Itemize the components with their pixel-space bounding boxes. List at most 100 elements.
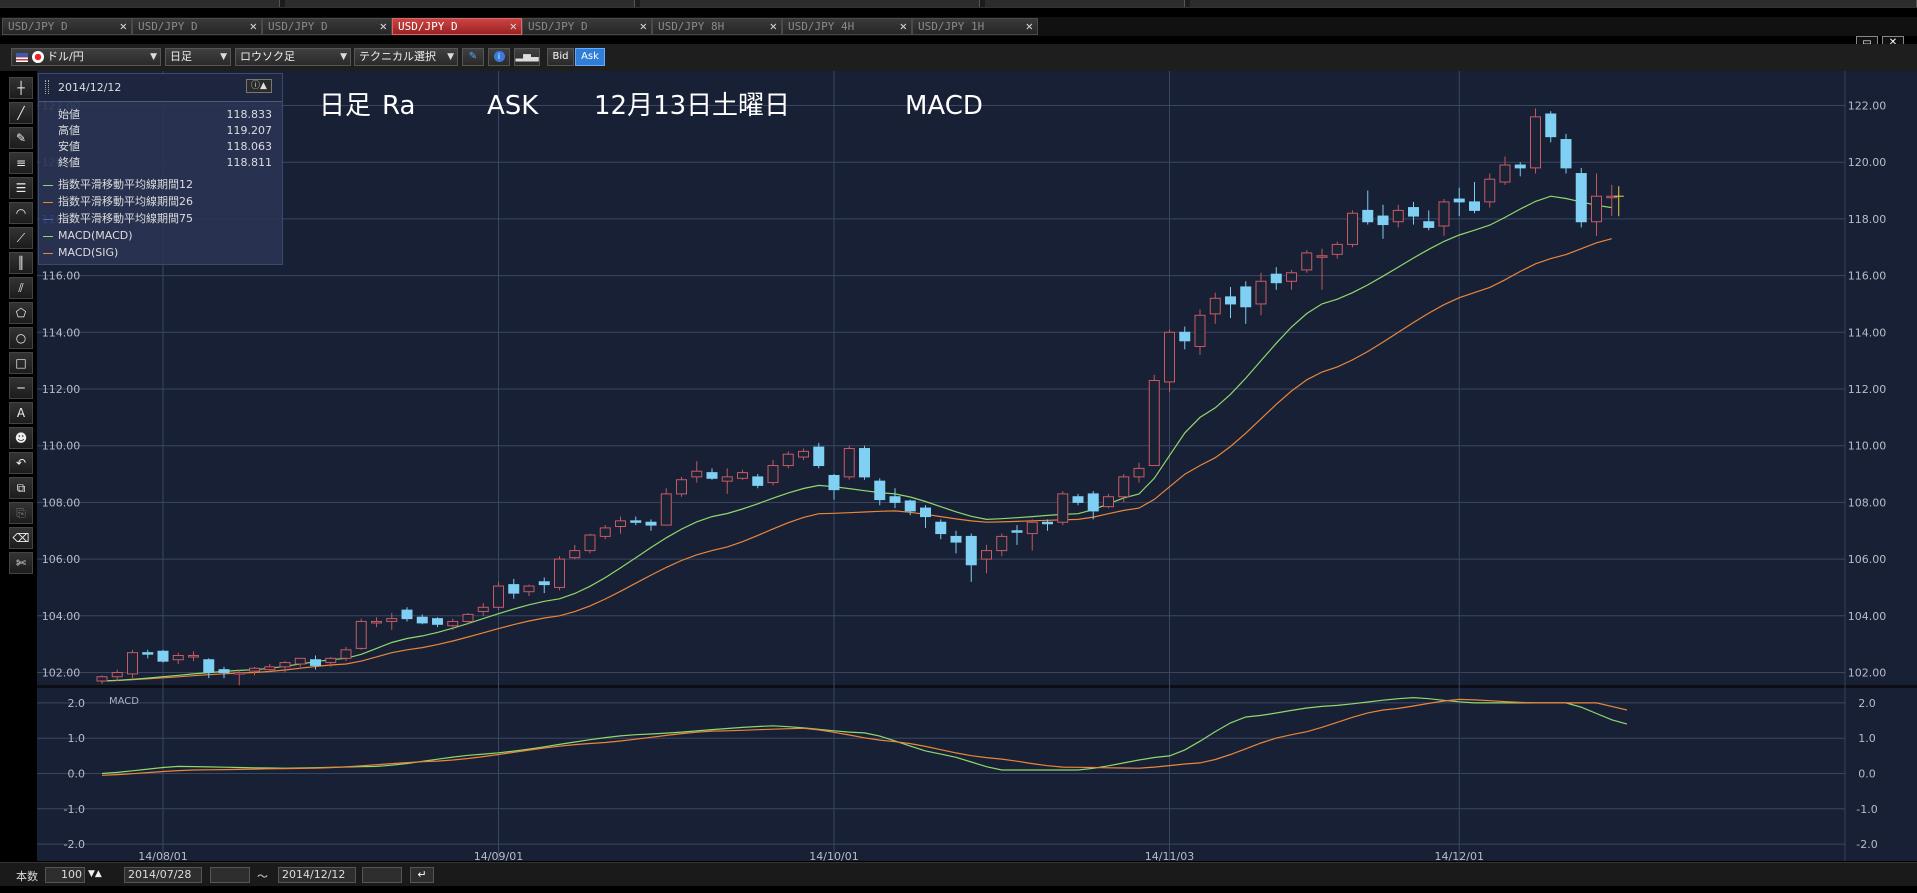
from-date-field[interactable]: 2014/07/28 (124, 867, 202, 883)
fib-arc-icon[interactable]: ◠ (9, 202, 33, 224)
price-tick-label-right: 104.00 (1848, 610, 1887, 623)
price-tick-label-left: 110.00 (42, 440, 81, 453)
open-value: 118.833 (226, 108, 273, 121)
chart-svg[interactable]: 102.00 102.00 104.00 104.00 106.00 106.00 108.… (37, 71, 1917, 863)
candle-body-up (676, 479, 687, 495)
pentagon-icon[interactable]: ⬠ (9, 302, 33, 324)
close-icon[interactable]: ✕ (120, 19, 127, 34)
tab-usdjpy[interactable]: USD/JPY D ✕ (262, 18, 392, 35)
chart-type-select[interactable]: ロウソク足 ▼ (235, 48, 351, 66)
tab-usdjpy-1h[interactable]: USD/JPY 1H ✕ (912, 18, 1038, 35)
fan-icon[interactable]: ⟋ (9, 227, 33, 249)
candle-body-down (706, 472, 718, 479)
bid-button[interactable]: Bid (547, 48, 574, 66)
date-tick-label: 14/10/01 (809, 850, 858, 861)
info-icon[interactable]: i (488, 48, 510, 66)
chart-tab-bar: USD/JPY D ✕ USD/JPY D ✕ USD/JPY D ✕ USD/JPY… (0, 17, 1917, 50)
candle-body-down (432, 618, 443, 625)
clear-all-icon[interactable]: ✄ (9, 552, 33, 574)
text-icon[interactable]: A (9, 402, 33, 424)
candle-body-down (752, 476, 764, 486)
candle-body-down (1270, 273, 1282, 284)
ruler-icon[interactable]: ✎ (9, 127, 33, 149)
volume-chart-icon[interactable]: ▂▅▃ (514, 48, 540, 66)
to-time-field[interactable] (362, 867, 402, 883)
tab-label: USD/JPY D (8, 20, 68, 33)
candle-body-down (920, 507, 931, 518)
tab-usdjpy-8h[interactable]: USD/JPY 8H ✕ (652, 18, 782, 35)
from-time-field[interactable] (210, 867, 250, 883)
chevron-down-icon: ▼ (447, 52, 454, 62)
undo-icon[interactable]: ↶ (9, 452, 33, 474)
line-icon[interactable]: ─ (9, 377, 33, 399)
trendline-icon[interactable]: ╱ (9, 102, 33, 124)
candle-body-up (188, 654, 199, 658)
candle-body-up (1484, 178, 1496, 203)
overlay-caption-b: Ra (382, 91, 415, 121)
close-icon[interactable]: ✕ (250, 19, 257, 34)
date-tick-label: 14/12/01 (1435, 850, 1484, 861)
candle-body-down (965, 535, 977, 566)
eraser-icon[interactable]: ⌫ (9, 527, 33, 549)
count-field[interactable]: 100 (45, 867, 85, 883)
ohlc-info-panel: 2014/12/12 ⓘ▲ 始値 118.833 高値 119.207 安値 1… (38, 73, 283, 265)
refresh-button[interactable]: ↵ (410, 867, 434, 883)
candle-body-up (1286, 272, 1297, 282)
chart-toolbar: ドル/円 ▼ 日足 ▼ ロウソク足 ▼ テクニカル選択 ▼ ✎ i ▂▅▃ Bid A… (0, 44, 1917, 71)
candle-body-up (279, 662, 291, 668)
chevron-down-icon: ▼ (150, 52, 157, 62)
candle-body-up (1057, 493, 1069, 523)
pair-select[interactable]: ドル/円 ▼ (11, 48, 161, 66)
candle-body-down (416, 616, 428, 624)
close-value: 118.811 (226, 156, 273, 169)
close-icon[interactable]: ✕ (1026, 19, 1033, 34)
candle-body-up (355, 620, 367, 649)
close-icon[interactable]: ✕ (640, 19, 647, 34)
candle-body-up (523, 585, 535, 593)
to-date-field[interactable]: 2014/12/12 (278, 867, 356, 883)
candle-body-up (111, 672, 123, 678)
candle-body-down (1362, 209, 1374, 223)
copy-icon[interactable]: ⧉ (9, 477, 33, 499)
select-icon[interactable]: ⎘ (9, 502, 33, 524)
ask-button[interactable]: Ask (575, 48, 605, 66)
count-stepper[interactable]: ▼▲ (88, 869, 102, 879)
circle-icon[interactable]: ○ (9, 327, 33, 349)
candle-body-up (981, 550, 992, 560)
panel-divider (37, 685, 1917, 688)
candle-body-down (1514, 164, 1526, 169)
legend-label: MACD(MACD) (58, 229, 133, 242)
price-tick-label-right: 118.00 (1848, 213, 1887, 226)
chart-area[interactable]: 102.00 102.00 104.00 104.00 106.00 106.00 108.… (37, 71, 1917, 863)
horizontal-lines-icon[interactable]: ≡ (9, 152, 33, 174)
tab-label: USD/JPY 1H (918, 20, 985, 33)
vertical-lines-icon[interactable]: ║ (9, 252, 33, 274)
close-icon[interactable]: ✕ (380, 19, 387, 34)
candle-body-up (1209, 297, 1221, 315)
tab-usdjpy[interactable]: USD/JPY D ✕ (2, 18, 132, 35)
tab-usdjpy-4h[interactable]: USD/JPY 4H ✕ (782, 18, 912, 35)
low-label: 安値 (58, 140, 80, 153)
close-icon[interactable]: ✕ (900, 19, 907, 34)
emoji-icon[interactable]: ☻ (9, 427, 33, 449)
price-tick-label-left: 106.00 (42, 553, 81, 566)
tab-usdjpy-active[interactable]: USD/JPY D ✕ (392, 18, 522, 35)
price-tick-label-right: 102.00 (1848, 667, 1887, 680)
grip-icon (45, 80, 49, 94)
tab-usdjpy[interactable]: USD/JPY D ✕ (522, 18, 652, 35)
legend-label: 指数平滑移動平均線期間75 (58, 212, 193, 225)
technical-select[interactable]: テクニカル選択 ▼ (354, 48, 458, 66)
channel-icon[interactable]: ⫽ (9, 277, 33, 299)
tab-usdjpy[interactable]: USD/JPY D ✕ (132, 18, 262, 35)
close-icon[interactable]: ✕ (770, 19, 777, 34)
fibonacci-icon[interactable]: ☰ (9, 177, 33, 199)
rectangle-icon[interactable]: □ (9, 352, 33, 374)
crosshair-icon[interactable]: ┼ (9, 77, 33, 99)
pen-icon[interactable]: ✎ (462, 48, 484, 66)
collapse-icon[interactable]: ⓘ▲ (246, 79, 272, 93)
close-icon[interactable]: ✕ (510, 19, 517, 34)
candle-body-up (371, 620, 382, 624)
chevron-down-icon: ▼ (220, 52, 227, 62)
period-select[interactable]: 日足 ▼ (165, 48, 231, 66)
candle-body-down (203, 659, 215, 673)
